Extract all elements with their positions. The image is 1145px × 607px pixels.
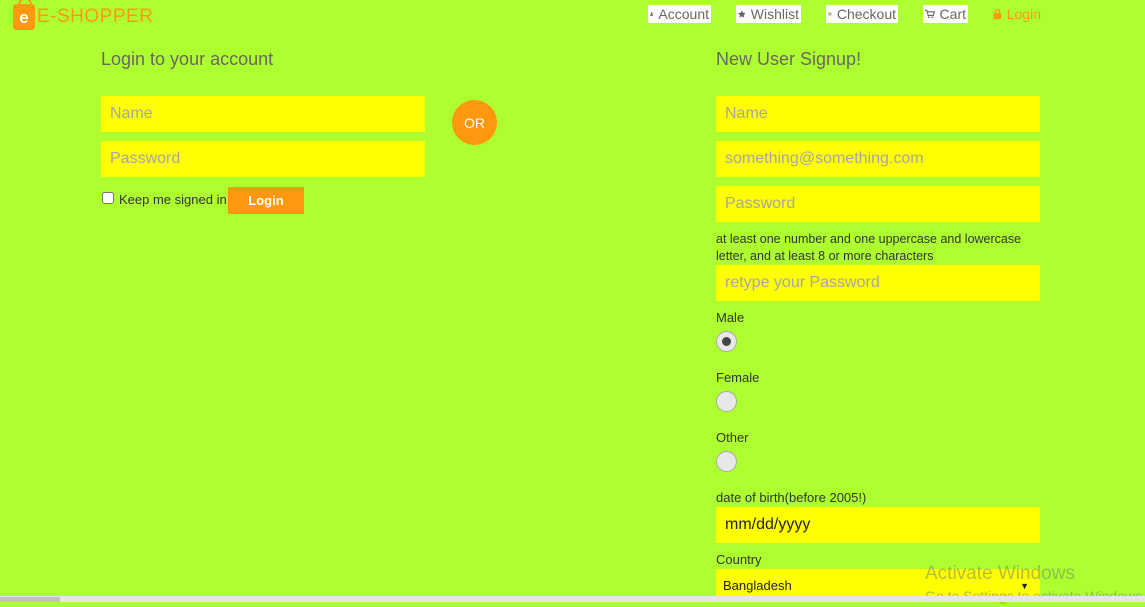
signup-email-input[interactable] [716,141,1040,177]
nav-checkout-label: Checkout [836,6,896,22]
keep-signed-in-checkbox[interactable] [102,192,114,204]
nav-cart-link[interactable]: Cart [923,5,968,23]
country-label: Country [716,552,762,567]
star-icon [738,10,746,18]
shopping-bag-icon: e [13,0,35,30]
nav-checkout-link[interactable]: Checkout [826,5,898,23]
gender-male-label: Male [716,310,745,325]
signup-title: New User Signup! [716,49,862,69]
keep-signed-in-label: Keep me signed in [119,192,227,207]
password-hint: at least one number and one uppercase an… [716,232,1022,263]
signup-password-input[interactable] [716,186,1040,222]
nav-login-label: Login [1006,6,1041,22]
nav-account-label: Account [658,6,709,22]
country-value: Bangladesh [723,578,792,593]
nav-wishlist-link[interactable]: Wishlist [736,5,801,23]
user-icon [650,12,654,16]
crosshair-icon [828,12,832,16]
horizontal-scrollbar[interactable] [0,596,1145,602]
gender-female-radio[interactable] [716,391,737,412]
login-button[interactable]: Login [228,187,304,214]
login-password-input[interactable] [101,141,425,177]
dob-value: mm/dd/yyyy [725,516,811,533]
scrollbar-thumb[interactable] [0,597,60,602]
nav-account-link[interactable]: Account [648,5,711,23]
login-title: Login to your account [101,49,274,69]
cart-icon [925,9,935,19]
signup-name-input[interactable] [716,96,1040,132]
brand-logo[interactable]: e E-SHOPPER [13,0,153,34]
gender-male-radio[interactable] [716,331,737,352]
gender-female-label: Female [716,370,760,385]
brand-name: E-SHOPPER [37,6,154,27]
dob-input[interactable]: mm/dd/yyyy [716,507,1040,543]
nav-wishlist-label: Wishlist [750,6,799,22]
gender-other-label: Other [716,430,749,445]
nav-login-link[interactable]: Login [991,5,1043,23]
gender-other-radio[interactable] [716,451,737,472]
retype-password-input[interactable] [716,265,1040,301]
or-divider: OR [452,100,497,145]
nav-cart-label: Cart [939,6,966,22]
watermark-title: Activate Windows [925,563,1075,584]
lock-icon [993,9,1002,20]
dob-label: date of birth(before 2005!) [716,490,867,505]
login-name-input[interactable] [101,96,425,132]
